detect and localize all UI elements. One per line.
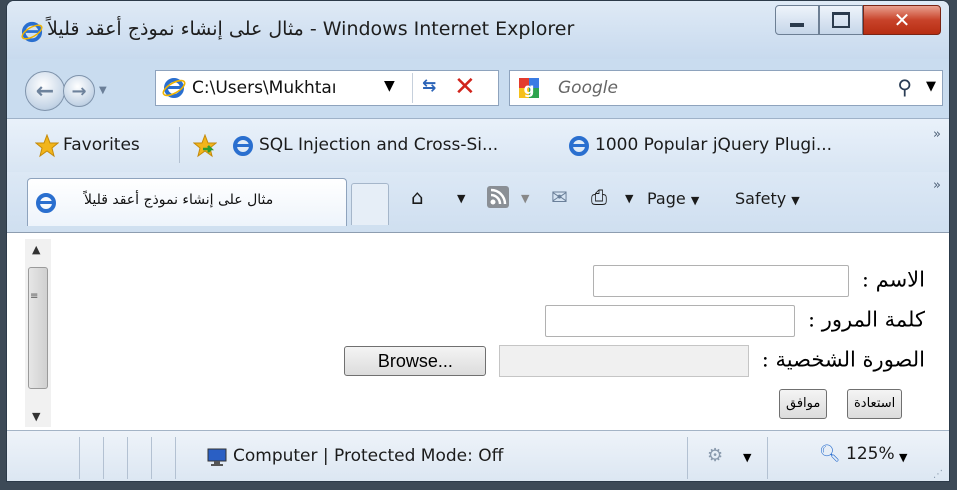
zoom-value: 125% [846, 444, 895, 464]
zoom-icon: 🔍︎ [819, 444, 841, 464]
minimize-button[interactable] [775, 5, 819, 35]
zoom-dropdown-icon[interactable]: ▼ [899, 451, 907, 464]
browse-button[interactable]: Browse... [344, 346, 487, 376]
tab-title: مثال على إنشاء نموذج أعقد قليلاً [84, 192, 274, 208]
photo-label: الصورة الشخصية : [761, 347, 925, 372]
ie-window: مثال على إنشاء نموذج أعقد قليلاً - Windo… [6, 0, 950, 482]
page-content: ▲ ≡ ▼ الاسم : كلمة المرور : الصورة الشخص… [7, 232, 949, 431]
close-icon: ✕ [893, 8, 911, 32]
ie-logo-icon [162, 78, 186, 98]
password-label: كلمة المرور : [807, 307, 925, 332]
rss-feed-icon[interactable] [487, 186, 509, 208]
add-favorite-icon[interactable] [193, 134, 217, 158]
maximize-icon [832, 12, 850, 28]
divider [127, 437, 128, 479]
address-dropdown-icon[interactable]: ▼ [384, 78, 395, 94]
divider [179, 127, 180, 163]
ie-logo-icon [569, 136, 589, 156]
page-menu-label: Page [647, 189, 686, 208]
recent-pages-dropdown[interactable]: ▼ [99, 85, 107, 96]
divider [151, 437, 152, 479]
name-input[interactable] [593, 265, 850, 297]
address-input[interactable]: C:\Users\Mukhtaı [192, 78, 337, 98]
divider [103, 437, 104, 479]
divider [175, 437, 176, 479]
favorites-button[interactable]: Favorites [63, 135, 140, 155]
chevron-down-icon: ▼ [791, 194, 800, 207]
password-input[interactable] [545, 305, 796, 337]
new-tab-button[interactable] [351, 183, 389, 225]
forward-button[interactable]: → [63, 75, 95, 107]
security-zone-status[interactable]: Computer | Protected Mode: Off [233, 446, 503, 466]
google-icon: g [519, 78, 539, 98]
stop-icon[interactable]: ✕ [454, 72, 476, 102]
ie-logo-icon [21, 21, 43, 43]
favorite-link-jquery-plugins[interactable]: 1000 Popular jQuery Plugi... [595, 135, 832, 155]
photo-row: الصورة الشخصية : Browse... [344, 345, 925, 377]
favorites-star-icon [35, 134, 59, 158]
submit-button[interactable]: موافق [779, 389, 828, 419]
more-favorites-icon[interactable]: » [933, 127, 941, 142]
favorite-link-sql-injection[interactable]: SQL Injection and Cross-Si... [259, 135, 498, 155]
chevron-down-icon: ▼ [690, 194, 700, 207]
search-input[interactable]: Google [558, 78, 618, 98]
zoom-level[interactable]: 🔍︎ 125% [819, 444, 895, 464]
security-dropdown-icon[interactable]: ▼ [743, 451, 751, 464]
close-button[interactable]: ✕ [863, 5, 941, 35]
password-row: كلمة المرور : [545, 305, 925, 337]
back-button[interactable]: ← [25, 71, 65, 111]
ie-logo-icon [233, 136, 253, 156]
divider [79, 437, 80, 479]
back-arrow-icon: ← [35, 78, 55, 104]
status-bar: Computer | Protected Mode: Off ⚙ ▼ 🔍︎ 12… [7, 430, 949, 481]
caption-buttons: ✕ [775, 5, 941, 41]
favorites-bar: Favorites SQL Injection and Cross-Si... … [7, 118, 949, 173]
print-dropdown-icon[interactable]: ▼ [625, 192, 633, 205]
search-box[interactable]: g Google ⚲ ▼ [509, 70, 943, 106]
scroll-grip-icon: ≡ [30, 291, 39, 302]
title-bar: مثال على إنشاء نموذج أعقد قليلاً - Windo… [7, 1, 949, 59]
page-menu[interactable]: Page ▼ [647, 189, 699, 208]
vertical-scrollbar[interactable]: ▲ ≡ ▼ [25, 239, 51, 427]
scroll-up-icon[interactable]: ▲ [32, 243, 40, 256]
home-icon[interactable]: ⌂ [411, 185, 424, 209]
reset-button[interactable]: استعادة [847, 389, 903, 419]
print-icon[interactable]: ⎙ [591, 185, 607, 209]
refresh-icon[interactable]: ⇆ [422, 76, 436, 96]
address-bar[interactable]: C:\Users\Mukhtaı ▼ ⇆ ✕ [155, 70, 499, 106]
search-options-dropdown-icon[interactable]: ▼ [926, 79, 936, 94]
safety-menu[interactable]: Safety ▼ [735, 189, 800, 208]
svg-text:g: g [524, 80, 535, 98]
command-bar: مثال على إنشاء نموذج أعقد قليلاً ⌂ ▼ ▼ ✉… [7, 172, 949, 232]
scroll-thumb[interactable] [28, 267, 48, 389]
name-label: الاسم : [861, 267, 925, 292]
security-icon[interactable]: ⚙ [707, 445, 723, 466]
maximize-button[interactable] [819, 5, 863, 35]
search-icon[interactable]: ⚲ [897, 75, 912, 99]
safety-menu-label: Safety [735, 189, 787, 208]
divider [412, 73, 413, 103]
computer-icon [207, 448, 227, 466]
read-mail-icon[interactable]: ✉ [551, 185, 568, 209]
more-commands-icon[interactable]: » [933, 178, 941, 193]
resize-grip-icon[interactable]: ⋰ [933, 469, 943, 480]
tab-current-page[interactable]: مثال على إنشاء نموذج أعقد قليلاً [27, 178, 347, 226]
feed-dropdown-icon[interactable]: ▼ [521, 192, 529, 205]
name-row: الاسم : [593, 265, 925, 297]
minimize-icon [790, 23, 804, 27]
divider [767, 437, 768, 479]
navigation-bar: ← → ▼ C:\Users\Mukhtaı ▼ ⇆ ✕ g Google ⚲ … [7, 59, 949, 117]
home-dropdown-icon[interactable]: ▼ [457, 192, 465, 205]
forward-arrow-icon: → [71, 80, 87, 102]
divider [687, 437, 688, 479]
window-title: مثال على إنشاء نموذج أعقد قليلاً - Windo… [47, 18, 575, 40]
file-path-field[interactable] [499, 345, 750, 377]
scroll-down-icon[interactable]: ▼ [32, 410, 40, 423]
ie-logo-icon [36, 193, 56, 213]
